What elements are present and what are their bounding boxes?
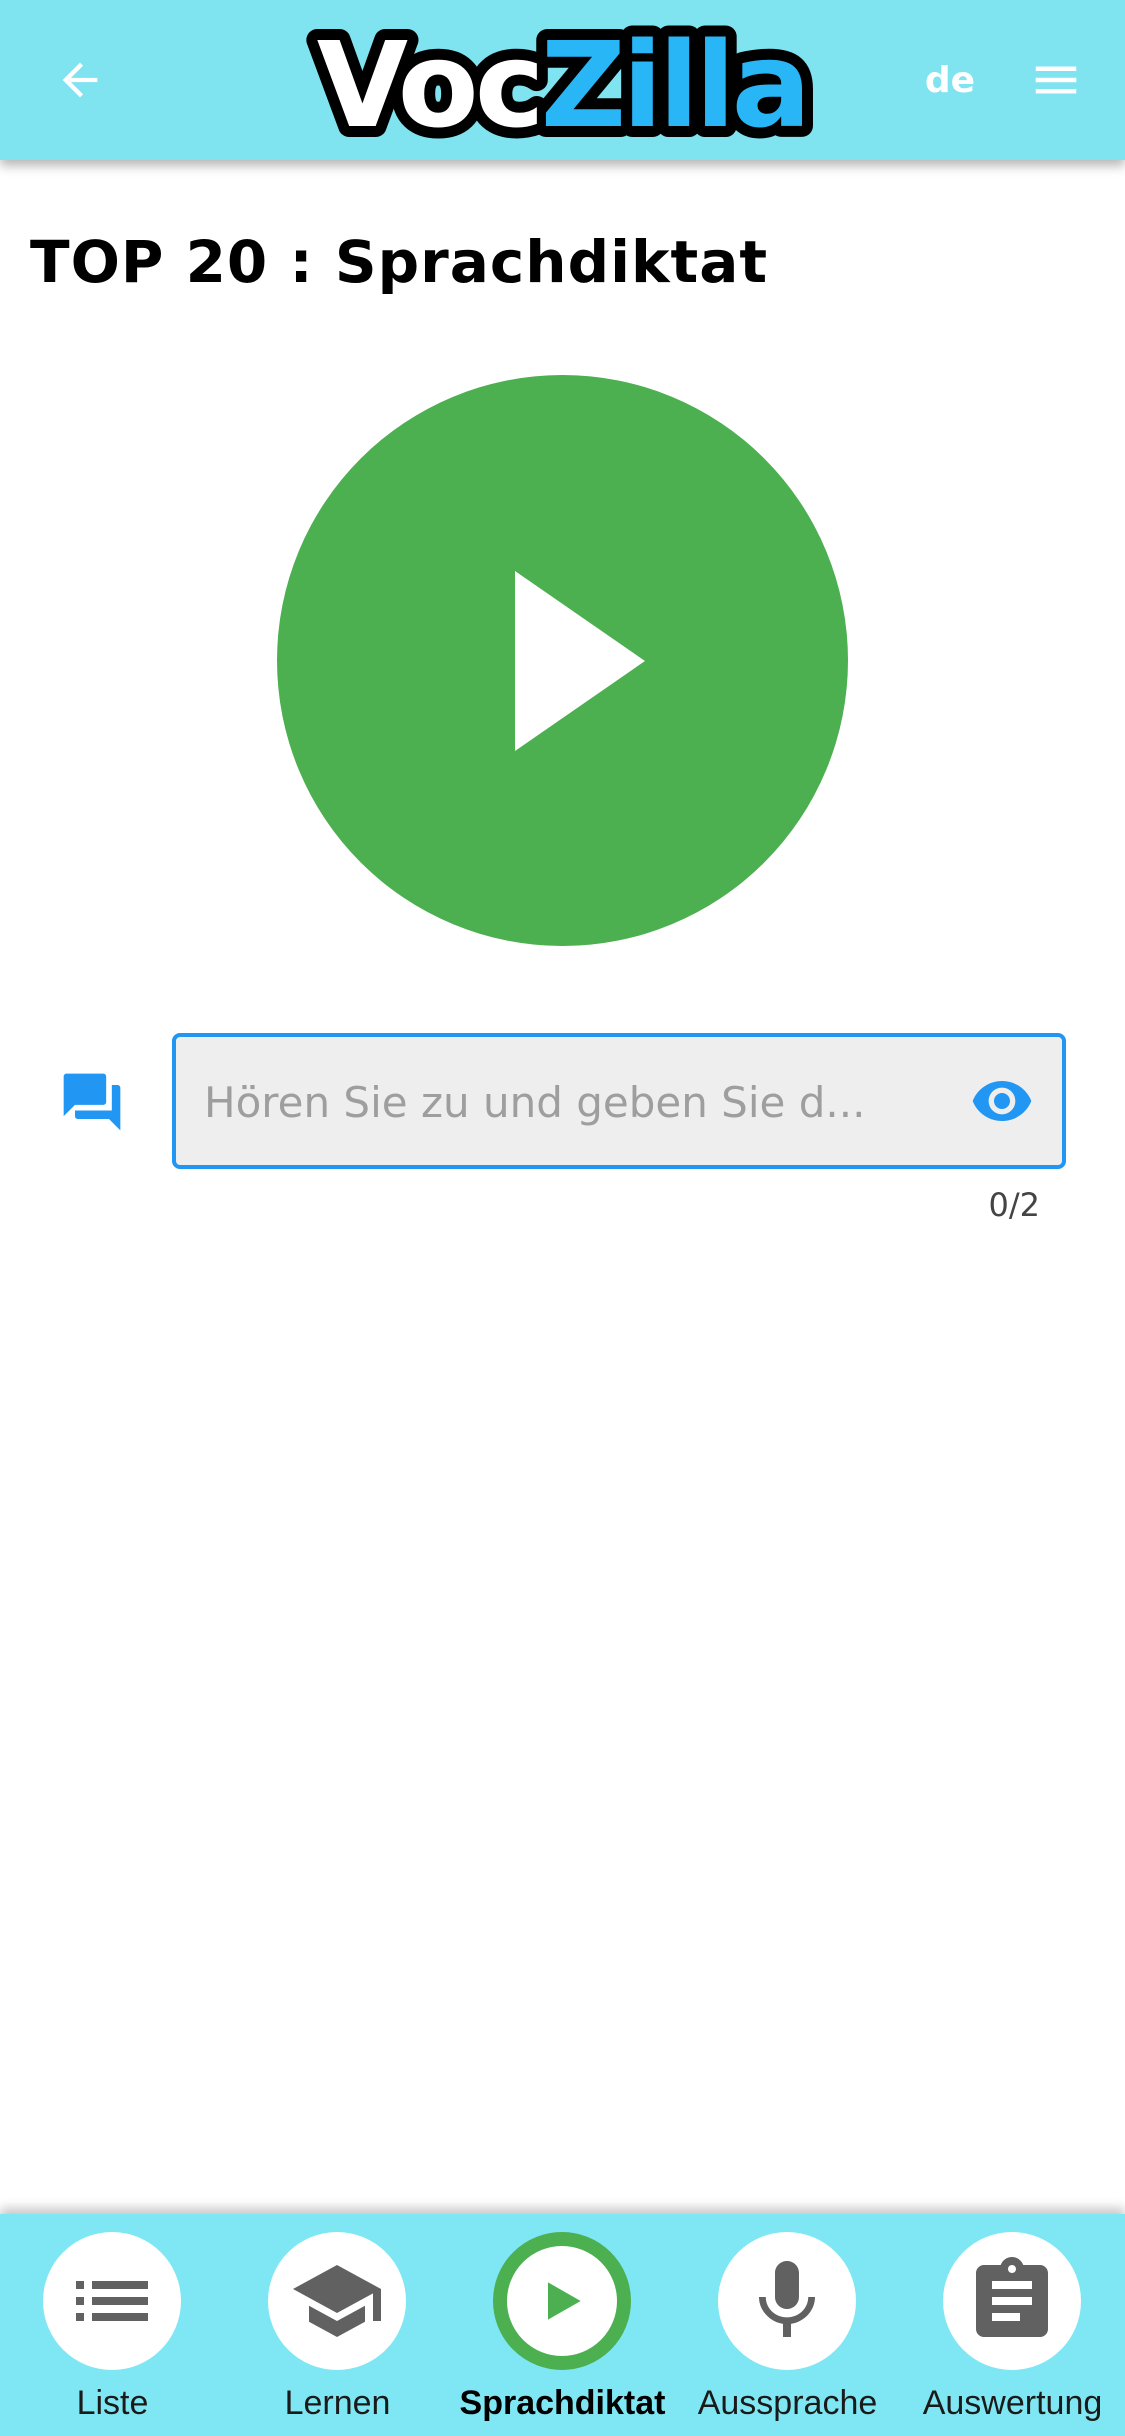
bottom-navigation: Liste Lernen Sprachdiktat Aussprache Aus… [0, 2214, 1125, 2436]
eye-icon[interactable] [970, 1069, 1034, 1133]
hamburger-menu-icon [1035, 66, 1077, 94]
nav-auswertung-circle [943, 2232, 1081, 2370]
nav-label-auswertung: Auswertung [922, 2384, 1103, 2422]
app-header: VocZilla VocZilla de [0, 0, 1125, 160]
menu-button[interactable] [1016, 40, 1096, 120]
voczilla-logo: VocZilla VocZilla [306, 8, 822, 152]
nav-label-lernen: Lernen [284, 2384, 391, 2422]
answer-input[interactable] [202, 1037, 906, 1167]
play-icon [548, 2282, 581, 2320]
language-button[interactable]: de [900, 40, 1000, 120]
nav-label-aussprache: Aussprache [697, 2384, 878, 2422]
answer-counter: 0/2 [988, 1186, 1041, 1224]
nav-item-aussprache[interactable]: Aussprache [675, 2232, 900, 2432]
arrow-left-icon [62, 62, 98, 98]
microphone-icon [759, 2261, 815, 2337]
nav-label-sprachdiktat: Sprachdiktat [459, 2384, 666, 2422]
svg-text:VocZilla: VocZilla [317, 16, 807, 152]
nav-aussprache-circle [718, 2232, 856, 2370]
chat-bubbles-icon [63, 1073, 121, 1131]
nav-sprachdiktat-circle [493, 2232, 631, 2370]
nav-lernen-circle [268, 2232, 406, 2370]
play-audio-button[interactable] [277, 375, 848, 946]
answer-field [172, 1033, 1066, 1169]
nav-item-lernen[interactable]: Lernen [225, 2232, 450, 2432]
nav-liste-circle [43, 2232, 181, 2370]
back-button[interactable] [40, 40, 120, 120]
nav-item-sprachdiktat[interactable]: Sprachdiktat [450, 2232, 675, 2432]
nav-label-liste: Liste [76, 2384, 149, 2422]
list-icon [76, 2281, 148, 2321]
nav-item-auswertung[interactable]: Auswertung [900, 2232, 1125, 2432]
page-title: TOP 20 : Sprachdiktat [30, 228, 769, 296]
language-label: de [924, 59, 976, 101]
play-icon [514, 570, 645, 751]
graduation-cap-icon [293, 2265, 381, 2337]
clipboard-icon [976, 2257, 1048, 2337]
nav-item-liste[interactable]: Liste [0, 2232, 225, 2432]
